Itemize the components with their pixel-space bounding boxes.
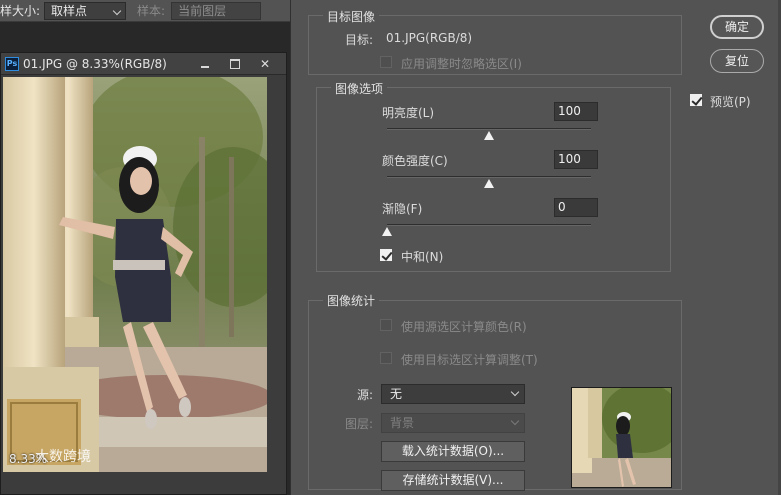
- neutralize-checkbox[interactable]: [380, 249, 392, 261]
- layer-value: 背景: [390, 416, 415, 430]
- luminance-label: 明亮度(L): [382, 106, 435, 120]
- image-canvas[interactable]: 8.33% 大数跨境: [3, 77, 267, 472]
- layer-dropdown[interactable]: 背景: [381, 413, 525, 433]
- neutralize-label: 中和(N): [401, 250, 444, 264]
- chevron-down-icon: [510, 387, 520, 397]
- layer-label: 图层:: [345, 417, 374, 431]
- document-window: Ps 01.JPG @ 8.33%(RGB/8) ✕ 8.33% 大数跨境: [0, 52, 287, 495]
- preview-image: [572, 388, 671, 487]
- luminance-slider-thumb[interactable]: [484, 131, 494, 140]
- sample-size-label: 样大小:: [0, 4, 41, 18]
- ok-button[interactable]: 确定: [710, 15, 764, 39]
- sample-select[interactable]: 当前图层: [171, 1, 262, 20]
- fade-label: 渐隐(F): [382, 202, 423, 216]
- window-controls: ✕: [190, 56, 280, 72]
- use-target-selection-checkbox[interactable]: [380, 352, 392, 364]
- ignore-selection-checkbox[interactable]: [380, 56, 392, 68]
- source-dropdown[interactable]: 无: [381, 384, 525, 404]
- color-intensity-input[interactable]: 100: [554, 150, 598, 169]
- color-intensity-slider-track[interactable]: [387, 176, 591, 178]
- use-target-selection-label: 使用目标选区计算调整(T): [401, 353, 538, 367]
- source-preview-thumbnail: [571, 387, 672, 488]
- photoshop-icon: Ps: [5, 56, 19, 71]
- photo-image: [3, 77, 267, 472]
- sample-label: 样本:: [137, 4, 166, 18]
- fade-slider-thumb[interactable]: [382, 227, 392, 236]
- source-label: 源:: [357, 388, 374, 402]
- photoshop-workspace: 样大小: 取样点 样本: 当前图层 Ps 01.JPG @ 8.33%(RGB/…: [0, 0, 290, 495]
- options-bar: 样大小: 取样点 样本: 当前图层: [0, 0, 290, 22]
- sample-size-select[interactable]: 取样点: [44, 1, 127, 20]
- target-value: 01.JPG(RGB/8): [386, 31, 473, 45]
- maximize-button[interactable]: [220, 56, 250, 72]
- target-image-title: 目标图像: [323, 8, 380, 25]
- ignore-selection-label: 应用调整时忽略选区(I): [401, 57, 522, 71]
- use-source-selection-label: 使用源选区计算颜色(R): [401, 320, 527, 334]
- luminance-input[interactable]: 100: [554, 102, 598, 121]
- sample-size-value: 取样点: [51, 3, 88, 18]
- match-color-dialog: 目标图像 目标: 01.JPG(RGB/8) 应用调整时忽略选区(I) 图像选项…: [290, 0, 781, 495]
- fade-input[interactable]: 0: [554, 198, 598, 217]
- chevron-down-icon: [510, 416, 520, 426]
- color-intensity-slider-thumb[interactable]: [484, 179, 494, 188]
- sample-value: 当前图层: [178, 3, 227, 18]
- load-statistics-button[interactable]: 载入统计数据(O)...: [381, 441, 525, 462]
- document-title-bar[interactable]: Ps 01.JPG @ 8.33%(RGB/8) ✕: [1, 53, 286, 75]
- minimize-button[interactable]: [190, 56, 220, 72]
- image-options-title: 图像选项: [331, 80, 388, 97]
- save-statistics-button[interactable]: 存储统计数据(V)...: [381, 470, 525, 491]
- preview-label: 预览(P): [710, 95, 751, 109]
- color-intensity-label: 颜色强度(C): [382, 154, 448, 168]
- chevron-down-icon: [112, 6, 122, 15]
- document-title: 01.JPG @ 8.33%(RGB/8): [23, 56, 167, 71]
- fade-slider-track[interactable]: [387, 224, 591, 226]
- reset-button[interactable]: 复位: [710, 49, 764, 73]
- preview-checkbox[interactable]: [690, 94, 702, 106]
- image-statistics-title: 图像统计: [323, 292, 380, 309]
- source-value: 无: [390, 387, 403, 401]
- use-source-selection-checkbox[interactable]: [380, 319, 392, 331]
- luminance-slider-track[interactable]: [387, 128, 591, 130]
- close-button[interactable]: ✕: [250, 56, 280, 72]
- watermark-text: 大数跨境: [35, 449, 91, 465]
- target-label: 目标:: [345, 33, 374, 47]
